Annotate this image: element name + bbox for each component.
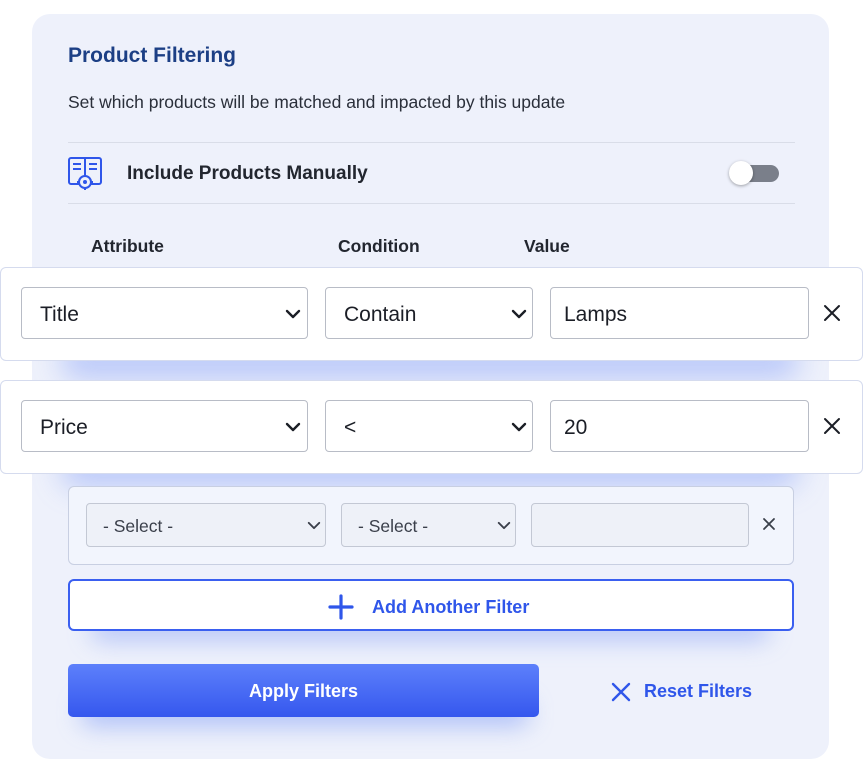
reset-filters-label: Reset Filters	[644, 681, 753, 701]
close-icon	[611, 682, 631, 702]
reset-filters-button[interactable]: Reset Filters	[610, 678, 770, 706]
include-products-manually-label: Include Products Manually	[127, 163, 368, 184]
attribute-select[interactable]: Price	[21, 400, 308, 452]
add-another-filter-label: Add Another Filter	[372, 597, 530, 617]
remove-filter-icon[interactable]	[823, 304, 841, 322]
condition-select[interactable]: - Select -	[341, 503, 516, 547]
new-filter-row: - Select - - Select -	[68, 486, 794, 565]
chevron-down-icon	[285, 422, 301, 432]
column-header-value: Value	[524, 236, 570, 256]
chevron-down-icon	[511, 309, 527, 319]
condition-select-value: <	[344, 416, 357, 439]
toggle-knob	[729, 161, 753, 185]
plus-icon	[328, 594, 354, 620]
include-products-manually-toggle[interactable]	[729, 161, 779, 185]
remove-filter-icon[interactable]	[823, 417, 841, 435]
column-header-attribute: Attribute	[91, 236, 164, 256]
value-input[interactable]: Lamps	[550, 287, 809, 339]
value-input[interactable]: 20	[550, 400, 809, 452]
attribute-select-value: Price	[40, 416, 88, 439]
add-another-filter-button[interactable]: Add Another Filter	[68, 579, 794, 631]
chevron-down-icon	[511, 422, 527, 432]
condition-select[interactable]: Contain	[325, 287, 533, 339]
condition-select[interactable]: <	[325, 400, 533, 452]
chevron-down-icon	[497, 521, 511, 530]
divider	[68, 203, 795, 204]
attribute-select[interactable]: Title	[21, 287, 308, 339]
column-header-condition: Condition	[338, 236, 420, 256]
condition-select-placeholder: - Select -	[358, 516, 429, 536]
value-input-text: Lamps	[564, 303, 628, 326]
chevron-down-icon	[285, 309, 301, 319]
filter-row: Price < 20	[0, 380, 863, 474]
filter-row: Title Contain Lamps	[0, 267, 863, 361]
attribute-select[interactable]: - Select -	[86, 503, 326, 547]
divider	[68, 142, 795, 143]
condition-select-value: Contain	[344, 303, 417, 326]
panel-subtitle: Set which products will be matched and i…	[68, 92, 566, 112]
attribute-select-placeholder: - Select -	[103, 516, 174, 536]
apply-filters-button[interactable]: Apply Filters	[68, 664, 539, 717]
product-filtering-widget: Product Filtering Set which products wil…	[0, 0, 863, 774]
panel-title: Product Filtering	[68, 44, 236, 67]
value-input-text: 20	[564, 416, 588, 439]
remove-filter-icon[interactable]	[762, 517, 776, 531]
value-input[interactable]	[531, 503, 749, 547]
apply-filters-label: Apply Filters	[248, 681, 359, 701]
chevron-down-icon	[307, 521, 321, 530]
document-gear-icon	[68, 157, 102, 190]
attribute-select-value: Title	[40, 303, 79, 326]
